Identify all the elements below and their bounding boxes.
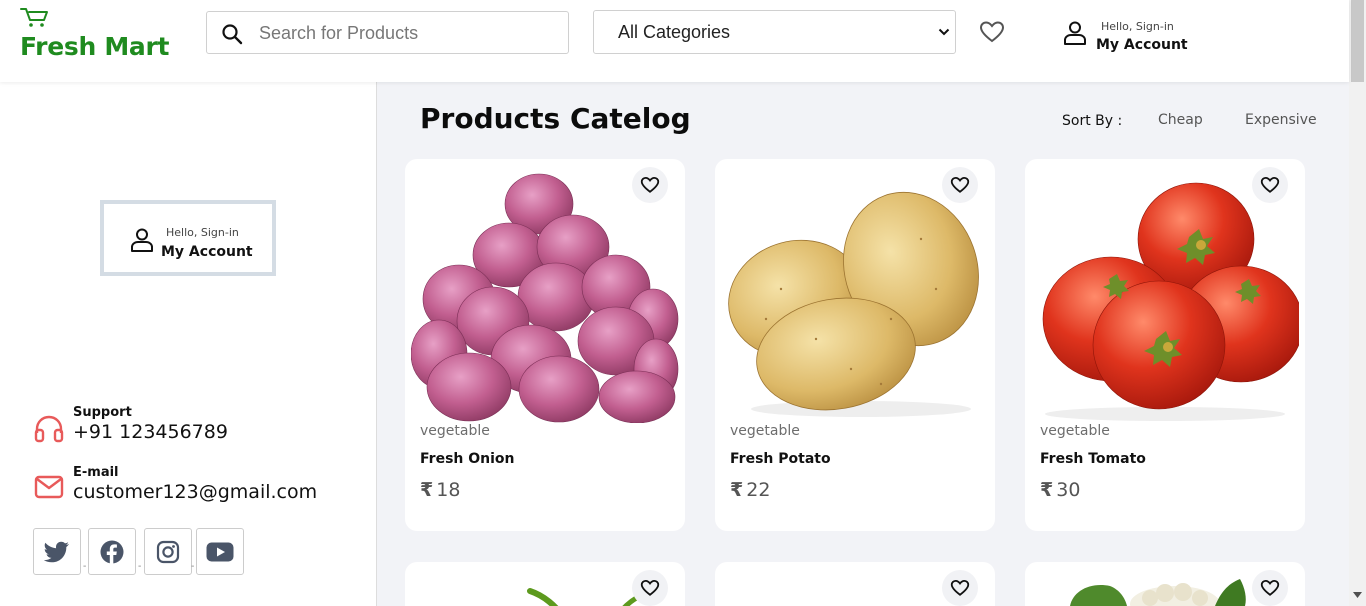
product-image bbox=[1070, 579, 1246, 606]
account-label: My Account bbox=[1096, 37, 1188, 53]
sort-label: Sort By : bbox=[1062, 113, 1123, 129]
page-title: Products Catelog bbox=[420, 102, 691, 135]
product-image[interactable] bbox=[721, 169, 989, 423]
sidebar-account-label: My Account bbox=[161, 244, 253, 260]
social-separator: - bbox=[83, 561, 87, 572]
facebook-icon bbox=[100, 540, 124, 564]
product-category: vegetable bbox=[730, 423, 800, 439]
heart-icon bbox=[1260, 579, 1280, 596]
youtube-button[interactable] bbox=[196, 528, 244, 575]
instagram-icon bbox=[156, 540, 180, 563]
category-select[interactable]: All Categories bbox=[593, 10, 956, 54]
price-value: 18 bbox=[436, 479, 461, 501]
currency-symbol: ₹ bbox=[730, 479, 744, 501]
search-icon[interactable] bbox=[221, 23, 243, 45]
currency-symbol: ₹ bbox=[1040, 479, 1054, 501]
product-category: vegetable bbox=[420, 423, 490, 439]
youtube-icon bbox=[206, 542, 234, 561]
product-image[interactable] bbox=[1031, 169, 1299, 423]
product-name[interactable]: Fresh Tomato bbox=[1040, 451, 1146, 467]
mail-icon bbox=[34, 475, 64, 499]
add-to-wishlist-button[interactable] bbox=[1252, 570, 1288, 606]
logo-text: Fresh Mart bbox=[20, 32, 170, 61]
top-header: Fresh Mart All Categories Hello, Sign-in… bbox=[0, 0, 1349, 82]
scroll-down-arrow-icon[interactable] bbox=[1353, 592, 1362, 598]
heart-icon bbox=[950, 176, 970, 193]
price-value: 30 bbox=[1056, 479, 1081, 501]
sidebar: Hello, Sign-in My Account Support +91 12… bbox=[0, 82, 377, 606]
support-phone[interactable]: +91 123456789 bbox=[73, 421, 228, 443]
product-price: ₹22 bbox=[730, 479, 770, 501]
email-address[interactable]: customer123@gmail.com bbox=[73, 481, 317, 503]
headset-icon bbox=[34, 415, 64, 443]
twitter-button[interactable] bbox=[33, 528, 81, 575]
product-price: ₹30 bbox=[1040, 479, 1080, 501]
twitter-icon bbox=[44, 541, 69, 562]
wishlist-heart-icon[interactable] bbox=[979, 20, 1005, 44]
account-menu[interactable]: Hello, Sign-in My Account bbox=[1063, 18, 1203, 58]
sort-expensive-button[interactable]: Expensive bbox=[1245, 112, 1317, 128]
social-separator: - bbox=[191, 561, 195, 572]
search-box bbox=[206, 11, 569, 54]
facebook-button[interactable] bbox=[88, 528, 136, 575]
scrollbar-thumb[interactable] bbox=[1351, 0, 1364, 82]
social-separator: - bbox=[138, 561, 142, 572]
page-scrollbar[interactable] bbox=[1349, 0, 1366, 606]
instagram-button[interactable] bbox=[144, 528, 192, 575]
product-card[interactable]: vegetable Fresh Onion ₹18 bbox=[405, 159, 685, 531]
product-card[interactable]: vegetable Fresh Potato ₹22 bbox=[715, 159, 995, 531]
add-to-wishlist-button[interactable] bbox=[632, 167, 668, 203]
heart-icon bbox=[640, 176, 660, 193]
product-name[interactable]: Fresh Onion bbox=[420, 451, 515, 467]
add-to-wishlist-button[interactable] bbox=[942, 570, 978, 606]
sidebar-account-button[interactable]: Hello, Sign-in My Account bbox=[100, 200, 276, 276]
add-to-wishlist-button[interactable] bbox=[632, 570, 668, 606]
sort-cheap-button[interactable]: Cheap bbox=[1158, 112, 1203, 128]
heart-icon bbox=[1260, 176, 1280, 193]
product-card[interactable]: vegetable Fresh Tomato ₹30 bbox=[1025, 159, 1305, 531]
chevron-down-icon bbox=[938, 28, 950, 36]
logo[interactable]: Fresh Mart bbox=[20, 6, 180, 66]
product-name[interactable]: Fresh Potato bbox=[730, 451, 831, 467]
email-label: E-mail bbox=[73, 465, 119, 480]
product-card[interactable] bbox=[1025, 562, 1305, 606]
product-price: ₹18 bbox=[420, 479, 460, 501]
user-icon bbox=[1064, 21, 1086, 45]
user-icon bbox=[131, 228, 153, 252]
cart-icon bbox=[20, 8, 48, 27]
category-selected-value: All Categories bbox=[618, 22, 731, 42]
currency-symbol: ₹ bbox=[420, 479, 434, 501]
add-to-wishlist-button[interactable] bbox=[942, 167, 978, 203]
product-card[interactable] bbox=[715, 562, 995, 606]
sidebar-account-hello: Hello, Sign-in bbox=[166, 226, 239, 239]
account-hello-text: Hello, Sign-in bbox=[1101, 20, 1174, 33]
heart-icon bbox=[640, 579, 660, 596]
heart-icon bbox=[950, 579, 970, 596]
price-value: 22 bbox=[746, 479, 771, 501]
product-image[interactable] bbox=[411, 169, 679, 423]
social-links: - - - bbox=[33, 528, 253, 576]
search-input[interactable] bbox=[259, 20, 549, 46]
product-card[interactable] bbox=[405, 562, 685, 606]
product-category: vegetable bbox=[1040, 423, 1110, 439]
add-to-wishlist-button[interactable] bbox=[1252, 167, 1288, 203]
support-label: Support bbox=[73, 405, 132, 420]
